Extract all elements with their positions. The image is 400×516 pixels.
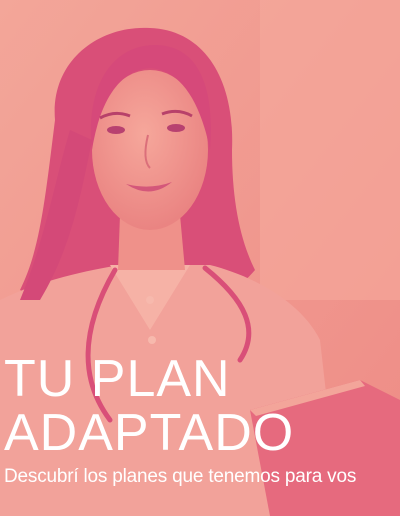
- window-light: [260, 0, 400, 300]
- banner-subtitle: Descubrí los planes que tenemos para vos: [4, 466, 357, 487]
- banner-headline: TU PLAN ADAPTADO: [4, 352, 294, 460]
- headline-line-1: TU PLAN: [4, 350, 231, 408]
- eye-right: [167, 124, 185, 132]
- coat-button: [146, 296, 154, 304]
- coat-button: [148, 336, 156, 344]
- eye-left: [107, 126, 125, 134]
- headline-line-2: ADAPTADO: [4, 404, 295, 462]
- promo-banner[interactable]: TU PLAN ADAPTADO Descubrí los planes que…: [0, 0, 400, 516]
